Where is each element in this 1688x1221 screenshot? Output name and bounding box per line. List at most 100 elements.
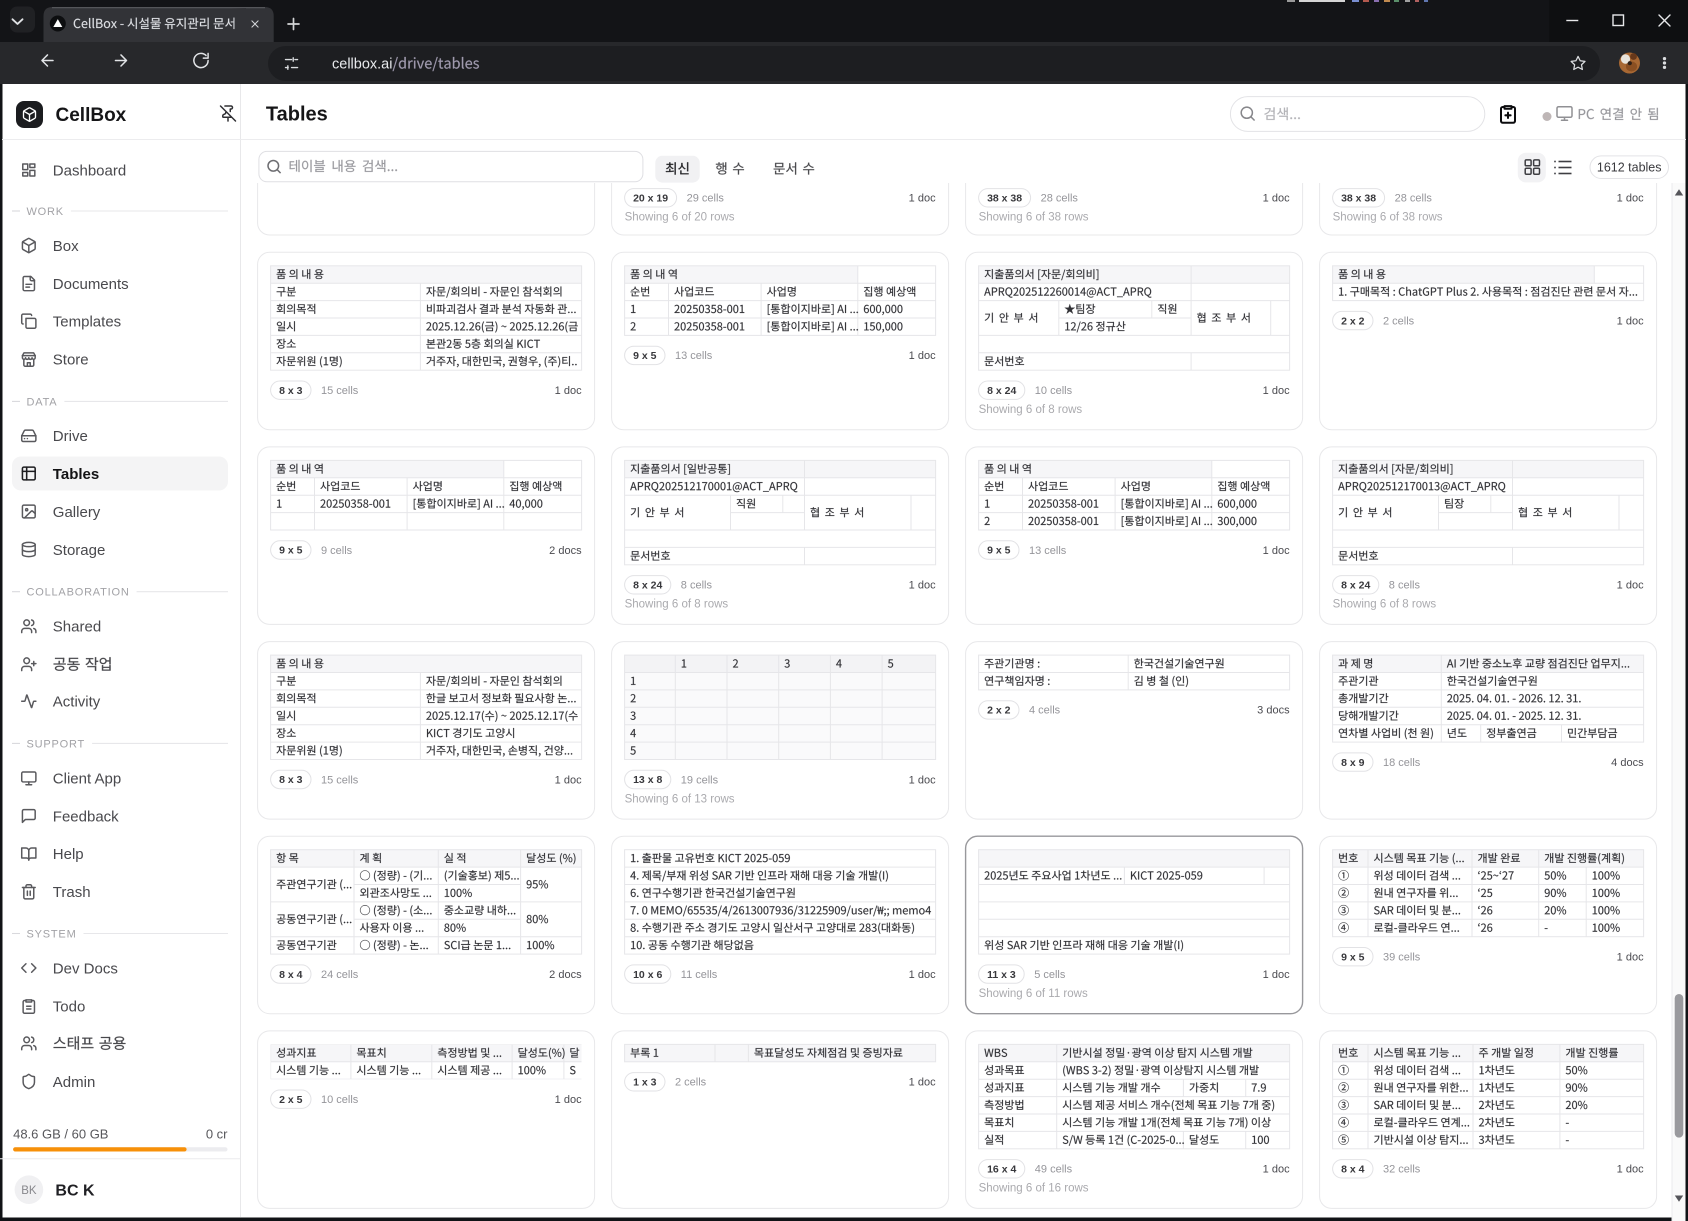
svg-text:Tables: Tables [266,104,328,126]
svg-text:13 x 8: 13 x 8 [633,774,662,786]
svg-text:1 doc: 1 doc [1263,969,1290,981]
svg-text:Storage: Storage [53,542,106,559]
svg-text:13 cells: 13 cells [675,350,713,362]
svg-text:Showing 6 of 11 rows: Showing 6 of 11 rows [979,988,1088,1000]
svg-text:9 x 5: 9 x 5 [1341,951,1365,963]
svg-text:1 doc: 1 doc [1263,385,1290,397]
svg-text:20 x 19: 20 x 19 [633,193,668,205]
svg-text:11 cells: 11 cells [681,969,718,981]
svg-text:2 docs: 2 docs [549,969,582,981]
svg-text:1 doc: 1 doc [1617,193,1644,205]
svg-text:Drive: Drive [53,428,88,445]
svg-text:SYSTEM: SYSTEM [27,928,77,940]
svg-text:28 cells: 28 cells [1395,193,1433,205]
svg-text:48.6 GB / 60 GB: 48.6 GB / 60 GB [13,1126,108,1141]
svg-text:2 x 5: 2 x 5 [279,1094,303,1106]
svg-text:24 cells: 24 cells [321,969,359,981]
svg-text:18 cells: 18 cells [1383,757,1421,769]
svg-text:SUPPORT: SUPPORT [27,738,86,750]
svg-text:Todo: Todo [53,999,86,1016]
svg-text:BC K: BC K [55,1182,95,1199]
svg-text:1 doc: 1 doc [1263,545,1290,557]
svg-text:8 x 3: 8 x 3 [279,774,303,786]
svg-text:1 doc: 1 doc [909,350,936,362]
svg-text:Dashboard: Dashboard [53,162,126,179]
svg-text:Showing 6 of 8 rows: Showing 6 of 8 rows [625,599,729,611]
svg-text:1 doc: 1 doc [555,385,582,397]
svg-text:1 doc: 1 doc [909,193,936,205]
svg-text:16 x 4: 16 x 4 [987,1164,1016,1176]
svg-text:Store: Store [53,352,89,369]
svg-text:49 cells: 49 cells [1035,1164,1073,1176]
svg-text:Showing 6 of 8 rows: Showing 6 of 8 rows [1333,599,1437,611]
svg-text:Showing 6 of 8 rows: Showing 6 of 8 rows [979,404,1083,416]
svg-text:cellbox.ai: cellbox.ai [332,57,392,73]
svg-text:1 x 3: 1 x 3 [633,1077,657,1089]
svg-text:Help: Help [53,846,84,863]
svg-text:1612 tables: 1612 tables [1597,160,1662,174]
svg-text:8 x 3: 8 x 3 [279,385,303,397]
svg-text:2 x 2: 2 x 2 [1341,315,1365,327]
svg-text:8 x 24: 8 x 24 [987,385,1016,397]
svg-text:Shared: Shared [53,619,101,636]
svg-text:9 x 5: 9 x 5 [633,350,657,362]
svg-text:WORK: WORK [27,206,64,218]
svg-text:Admin: Admin [53,1074,96,1091]
svg-text:1 doc: 1 doc [909,580,936,592]
svg-text:BK: BK [21,1185,37,1197]
svg-text:9 cells: 9 cells [321,545,353,557]
svg-text:1 doc: 1 doc [1263,193,1290,205]
svg-text:38 x 38: 38 x 38 [987,193,1022,205]
svg-text:Trash: Trash [53,884,91,901]
svg-text:Gallery: Gallery [53,504,101,521]
svg-text:CellBox: CellBox [56,105,127,126]
svg-text:Showing 6 of 16 rows: Showing 6 of 16 rows [979,1183,1089,1195]
svg-text:9 x 5: 9 x 5 [279,545,303,557]
svg-text:Templates: Templates [53,314,121,331]
svg-text:0 cr: 0 cr [206,1126,228,1141]
svg-text:8 x 4: 8 x 4 [1341,1164,1365,1176]
svg-text:1 doc: 1 doc [909,1077,936,1089]
svg-text:28 cells: 28 cells [1041,193,1079,205]
svg-text:Showing 6 of 38 rows: Showing 6 of 38 rows [979,212,1089,224]
svg-text:Showing 6 of 38 rows: Showing 6 of 38 rows [1333,212,1443,224]
svg-text:1 doc: 1 doc [909,774,936,786]
svg-text:38 x 38: 38 x 38 [1341,193,1376,205]
svg-text:8 x 4: 8 x 4 [279,969,303,981]
svg-text:4 docs: 4 docs [1611,757,1644,769]
svg-text:29 cells: 29 cells [687,193,725,205]
svg-text:Activity: Activity [53,694,101,711]
svg-text:10 cells: 10 cells [1035,385,1073,397]
svg-text:1 doc: 1 doc [555,1094,582,1106]
svg-text:8 cells: 8 cells [1389,580,1421,592]
svg-text:1 doc: 1 doc [1617,315,1644,327]
svg-text:2 cells: 2 cells [675,1077,707,1089]
svg-text:Feedback: Feedback [53,808,119,825]
svg-text:1 doc: 1 doc [555,774,582,786]
svg-text:1 doc: 1 doc [1263,1164,1290,1176]
svg-text:11 x 3: 11 x 3 [987,969,1016,981]
svg-text:COLLABORATION: COLLABORATION [27,587,130,599]
svg-text:Showing 6 of 20 rows: Showing 6 of 20 rows [625,212,735,224]
svg-text:19 cells: 19 cells [681,774,719,786]
svg-text:Box: Box [53,238,79,255]
svg-text:1 doc: 1 doc [1617,1164,1644,1176]
svg-text:15 cells: 15 cells [321,774,359,786]
svg-text:Documents: Documents [53,276,129,293]
svg-text:Dev Docs: Dev Docs [53,960,118,977]
svg-text:Client App: Client App [53,771,121,788]
svg-text:8 x 9: 8 x 9 [1341,757,1365,769]
svg-text:10 x 6: 10 x 6 [633,969,662,981]
svg-text:4 cells: 4 cells [1029,705,1061,717]
svg-text:39 cells: 39 cells [1383,952,1421,964]
svg-text:Showing 6 of 13 rows: Showing 6 of 13 rows [625,793,735,805]
svg-text:9 x 5: 9 x 5 [987,545,1011,557]
svg-text:13 cells: 13 cells [1029,545,1067,557]
svg-text:2 cells: 2 cells [1383,315,1415,327]
svg-text:2 docs: 2 docs [549,545,582,557]
svg-text:8 cells: 8 cells [681,580,713,592]
svg-text:5 cells: 5 cells [1034,969,1066,981]
svg-text:32 cells: 32 cells [1383,1164,1421,1176]
svg-text:8 x 24: 8 x 24 [1341,580,1370,592]
svg-text:3 docs: 3 docs [1257,705,1290,717]
